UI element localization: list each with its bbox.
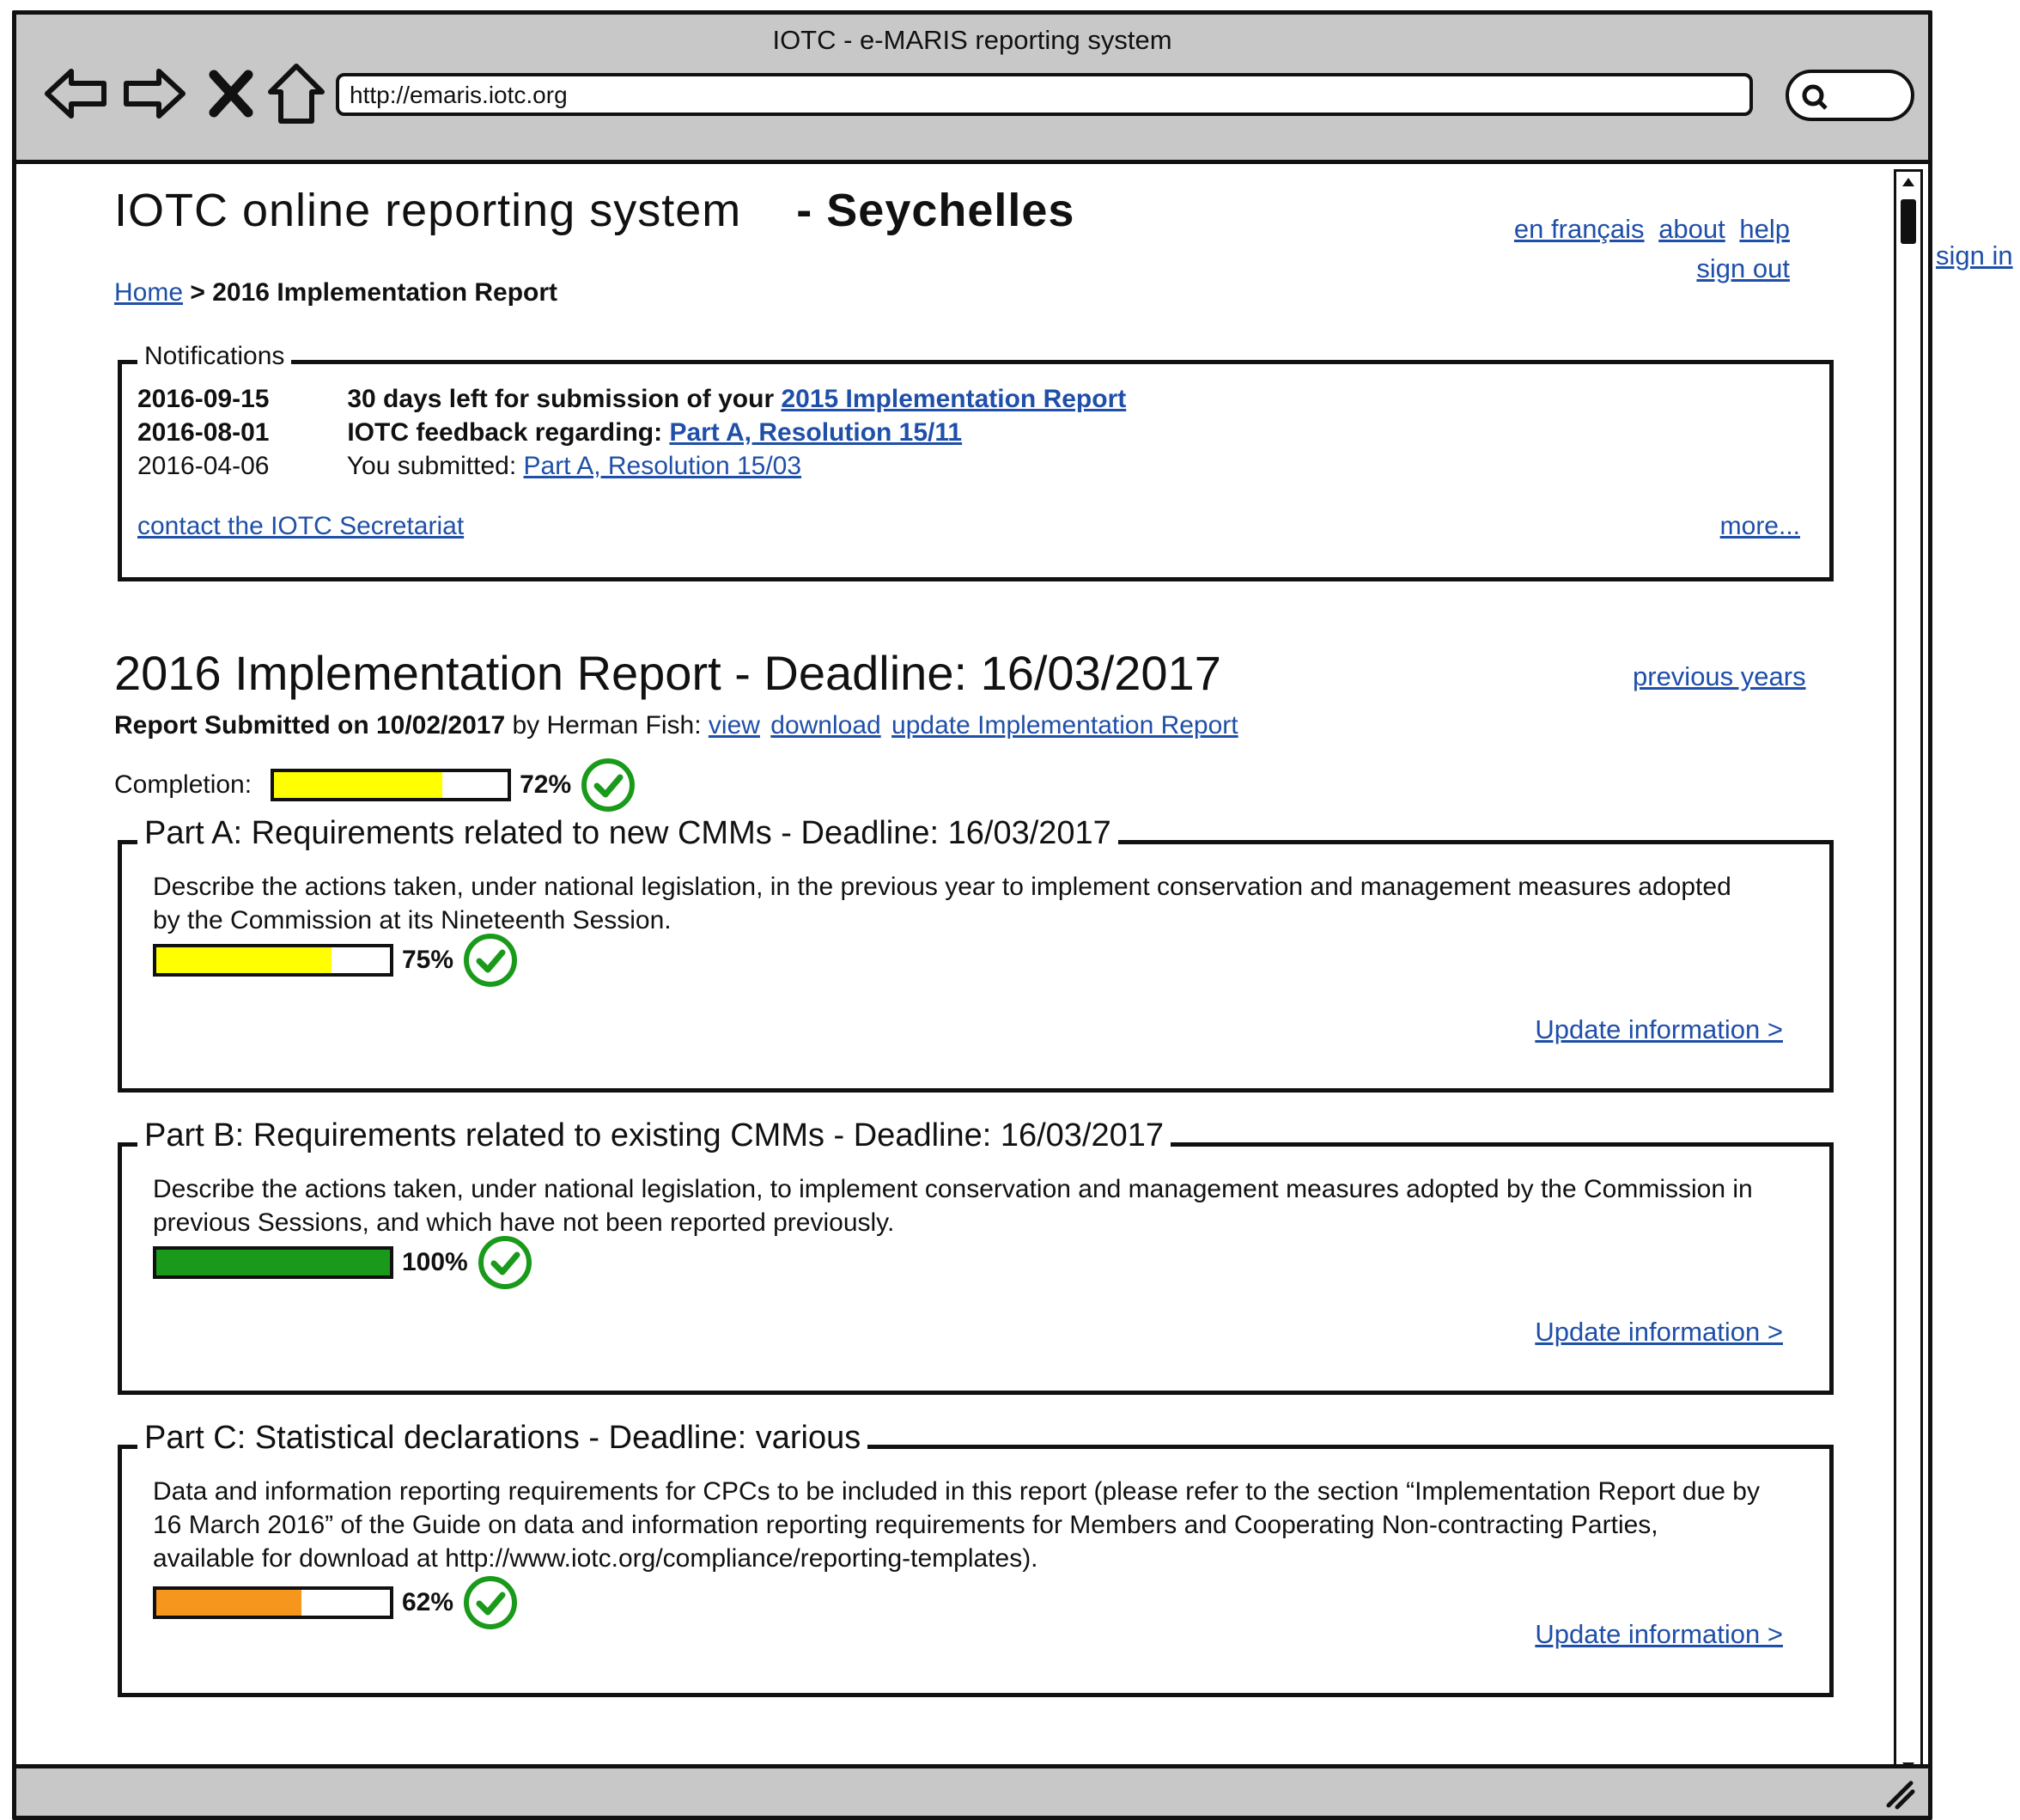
page-content: IOTC online reporting system - Seychelle… (16, 168, 1889, 1770)
resize-grip-icon[interactable] (1882, 1776, 1916, 1811)
check-circle-icon (478, 1236, 532, 1289)
browser-statusbar (16, 1764, 1928, 1816)
overall-progress-bar (271, 769, 512, 801)
part-c-panel: Part C: Statistical declarations - Deadl… (118, 1420, 1834, 1697)
part-a-panel: Part A: Requirements related to new CMMs… (118, 815, 1834, 1093)
part-c-update-link[interactable]: Update information > (1535, 1619, 1783, 1650)
overall-completion: Completion: 72% (114, 757, 636, 813)
part-b-progress-bar (153, 1246, 393, 1279)
part-c-progress: 62% (153, 1574, 519, 1631)
page-title: IOTC online reporting system - Seychelle… (114, 184, 1074, 237)
breadcrumb-current: 2016 Implementation Report (212, 278, 558, 307)
notifications-legend: Notifications (137, 342, 292, 371)
part-b-description: Describe the actions taken, under nation… (153, 1175, 1753, 1237)
more-notifications-link[interactable]: more... (1720, 512, 1800, 541)
part-c-progress-fill (156, 1590, 301, 1616)
check-circle-icon (464, 934, 518, 987)
notification-link[interactable]: 2015 Implementation Report (781, 385, 1126, 413)
help-link[interactable]: help (1739, 214, 1790, 244)
contact-secretariat-link[interactable]: contact the IOTC Secretariat (137, 512, 464, 541)
browser-window: IOTC - e-MARIS reporting system http://e… (12, 10, 1932, 1820)
submitted-by: by Herman Fish: (512, 711, 702, 740)
breadcrumb-separator: > (190, 278, 205, 307)
notification-text: 30 days left for submission of your (347, 385, 775, 413)
completion-label: Completion: (114, 770, 252, 799)
overall-percent: 72% (520, 770, 572, 799)
part-a-update-link[interactable]: Update information > (1535, 1014, 1783, 1045)
notification-item: 2016-08-01 IOTC feedback regarding: Part… (137, 418, 962, 447)
overall-progress-fill (274, 772, 442, 798)
about-link[interactable]: about (1658, 214, 1725, 244)
breadcrumb-home-link[interactable]: Home (114, 278, 183, 307)
part-b-progress-fill (156, 1250, 390, 1275)
part-a-description: Describe the actions taken, under nation… (153, 873, 1731, 934)
part-a-progress-fill (156, 947, 332, 973)
part-b-panel: Part B: Requirements related to existing… (118, 1117, 1834, 1395)
language-link[interactable]: en français (1514, 214, 1645, 244)
breadcrumb: Home > 2016 Implementation Report (114, 278, 557, 307)
part-b-update-link[interactable]: Update information > (1535, 1317, 1783, 1348)
sign-out-link[interactable]: sign out (1696, 253, 1790, 283)
update-report-link[interactable]: update Implementation Report (891, 711, 1238, 740)
sign-in-link[interactable]: sign in (1936, 240, 2013, 271)
part-b-progress: 100% (153, 1234, 533, 1291)
part-b-percent: 100% (402, 1248, 468, 1276)
window-title: IOTC - e-MARIS reporting system (772, 25, 1172, 55)
country-name: - Seychelles (796, 185, 1075, 236)
home-icon[interactable] (262, 59, 331, 128)
notification-item: 2016-09-15 30 days left for submission o… (137, 385, 1126, 414)
notification-text: IOTC feedback regarding: (347, 418, 663, 447)
check-circle-icon (464, 1576, 518, 1629)
part-a-progress-bar (153, 944, 393, 977)
download-report-link[interactable]: download (770, 711, 880, 740)
part-b-legend: Part B: Requirements related to existing… (137, 1117, 1171, 1154)
part-a-legend: Part A: Requirements related to new CMMs… (137, 815, 1118, 852)
url-input[interactable]: http://emaris.iotc.org (336, 73, 1753, 116)
submission-info: Report Submitted on 10/02/2017 by Herman… (114, 711, 1242, 740)
part-a-progress: 75% (153, 932, 519, 989)
app-title-text: IOTC online reporting system (114, 185, 742, 236)
notification-link[interactable]: Part A, Resolution 15/11 (669, 418, 962, 447)
notification-date: 2016-08-01 (137, 418, 270, 447)
notification-text: You submitted: (346, 452, 517, 480)
check-circle-icon (581, 758, 636, 812)
part-c-legend: Part C: Statistical declarations - Deadl… (137, 1420, 868, 1457)
part-c-percent: 62% (402, 1588, 454, 1616)
browser-search-field[interactable] (1786, 70, 1914, 121)
scroll-up-arrow-icon[interactable] (1900, 173, 1917, 191)
notification-date: 2016-09-15 (137, 385, 270, 413)
vertical-scrollbar[interactable] (1894, 169, 1923, 1780)
stop-x-icon[interactable] (197, 59, 265, 128)
notification-date: 2016-04-06 (137, 452, 270, 480)
forward-arrow-icon[interactable] (119, 59, 188, 128)
top-links: en français about help sign out (1507, 210, 1790, 289)
browser-titlebar: IOTC - e-MARIS reporting system http://e… (16, 15, 1928, 164)
search-icon (1802, 84, 1828, 110)
submission-date: Report Submitted on 10/02/2017 (114, 711, 506, 740)
part-c-description: Data and information reporting requireme… (153, 1477, 1760, 1573)
notifications-panel: Notifications 2016-09-15 30 days left fo… (118, 342, 1834, 581)
part-a-percent: 75% (402, 946, 454, 974)
scroll-thumb[interactable] (1901, 199, 1916, 244)
part-c-progress-bar (153, 1586, 393, 1619)
notification-link[interactable]: Part A, Resolution 15/03 (524, 452, 802, 480)
previous-years-link[interactable]: previous years (1633, 661, 1806, 692)
report-title: 2016 Implementation Report - Deadline: 1… (114, 646, 1221, 700)
back-arrow-icon[interactable] (42, 59, 111, 128)
view-report-link[interactable]: view (709, 711, 760, 740)
notification-item: 2016-04-06 You submitted: Part A, Resolu… (137, 452, 801, 481)
